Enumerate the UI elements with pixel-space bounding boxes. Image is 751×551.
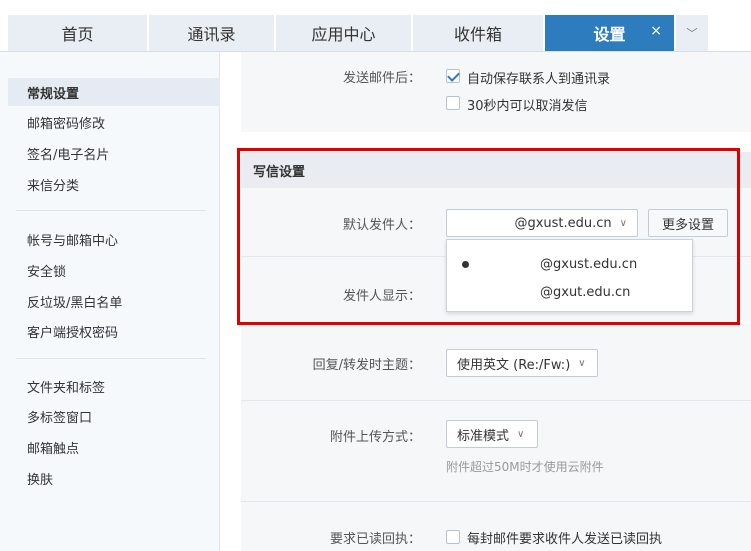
tab-inbox-label: 收件箱 (453, 25, 502, 44)
sidebar-item-label: 来信分类 (27, 178, 80, 194)
default-sender-label: 默认发件人： (342, 218, 421, 233)
chevron-down-icon: ∨ (517, 428, 525, 440)
sidebar-item-label: 邮箱密码修改 (27, 116, 106, 132)
sidebar-item-general[interactable]: 常规设置 (8, 78, 220, 106)
selected-dot-icon (462, 260, 469, 268)
after-send-section (241, 52, 751, 132)
sidebar-item-label: 常规设置 (27, 86, 80, 102)
sender-option-label: @gxut.edu.cn (540, 284, 631, 300)
tab-settings-label: 设置 (593, 25, 626, 44)
sidebar-item-signature[interactable]: 签名/电子名片 (0, 139, 220, 167)
sidebar-item-label: 多标签窗口 (27, 410, 93, 426)
more-settings-button[interactable]: 更多设置 (648, 209, 728, 237)
tab-app-center-label: 应用中心 (311, 25, 376, 44)
sender-dropdown-menu: @gxust.edu.cn @gxut.edu.cn (446, 239, 693, 312)
undo-send-label: 30秒内可以取消发信 (467, 99, 588, 114)
sidebar-item-security-lock[interactable]: 安全锁 (0, 256, 220, 284)
chevron-down-icon[interactable]: ﹀ (676, 15, 708, 51)
sidebar-item-client-auth[interactable]: 客户端授权密码 (0, 317, 220, 345)
sidebar-item-mail-filter[interactable]: 来信分类 (0, 170, 220, 198)
read-receipt-option-label: 每封邮件要求收件人发送已读回执 (467, 532, 663, 547)
sidebar-item-label: 邮箱触点 (27, 441, 80, 457)
after-send-label: 发送邮件后： (342, 71, 421, 86)
sidebar-item-mail-touchpoint[interactable]: 邮箱触点 (0, 433, 220, 461)
read-receipt-checkbox[interactable] (446, 530, 460, 544)
sidebar-item-label: 安全锁 (27, 264, 67, 280)
tab-app-center[interactable]: 应用中心 (276, 15, 412, 51)
sidebar-item-label: 反垃圾/黑白名单 (27, 295, 123, 311)
chevron-down-icon: ∨ (578, 357, 586, 369)
sender-display-label: 发件人显示： (342, 289, 421, 304)
tab-contacts-label: 通讯录 (187, 25, 236, 44)
auto-save-contacts-label: 自动保存联系人到通讯录 (467, 72, 611, 87)
sender-option[interactable]: @gxust.edu.cn (447, 251, 692, 277)
default-sender-select[interactable]: @gxust.edu.cn ∨ (446, 209, 638, 237)
section-title: 写信设置 (253, 164, 306, 180)
tab-home[interactable]: 首页 (8, 15, 148, 51)
attachment-label: 附件上传方式： (329, 430, 421, 445)
sidebar-item-password[interactable]: 邮箱密码修改 (0, 108, 220, 136)
read-receipt-label: 要求已读回执： (329, 532, 421, 547)
attachment-hint: 附件超过50M时才使用云附件 (446, 460, 604, 474)
chevron-down-icon: ∨ (619, 217, 627, 229)
sidebar-item-account-center[interactable]: 帐号与邮箱中心 (0, 225, 220, 253)
tab-home-label: 首页 (61, 25, 94, 44)
tab-contacts[interactable]: 通讯录 (149, 15, 275, 51)
attachment-row (241, 401, 751, 501)
default-sender-value: @gxust.edu.cn (514, 215, 612, 231)
reply-subject-value: 使用英文 (Re:/Fw:) (457, 357, 571, 373)
attachment-mode-value: 标准模式 (457, 428, 510, 444)
reply-subject-label: 回复/转发时主题： (312, 358, 421, 373)
sidebar-divider (16, 210, 206, 211)
sidebar-item-folders[interactable]: 文件夹和标签 (0, 372, 220, 400)
sidebar-divider (16, 358, 206, 359)
tab-settings[interactable]: 设置 × (545, 15, 675, 51)
settings-sidebar: 常规设置 邮箱密码修改 签名/电子名片 来信分类 帐号与邮箱中心 安全锁 反垃圾… (0, 52, 220, 551)
sender-option[interactable]: @gxut.edu.cn (447, 279, 692, 305)
sidebar-item-label: 文件夹和标签 (27, 380, 106, 396)
sidebar-item-label: 签名/电子名片 (27, 147, 110, 163)
sidebar-item-label: 换肤 (27, 472, 54, 488)
sidebar-item-skin[interactable]: 换肤 (0, 464, 220, 492)
sidebar-item-label: 帐号与邮箱中心 (27, 233, 119, 249)
auto-save-contacts-checkbox[interactable] (446, 69, 460, 83)
close-icon[interactable]: × (650, 23, 662, 39)
sidebar-item-antispam[interactable]: 反垃圾/黑白名单 (0, 287, 220, 315)
sidebar-item-multi-tab[interactable]: 多标签窗口 (0, 402, 220, 430)
sidebar-item-label: 客户端授权密码 (27, 325, 119, 341)
sender-option-label: @gxust.edu.cn (540, 256, 638, 272)
tab-inbox[interactable]: 收件箱 (413, 15, 544, 51)
compose-settings-header: 写信设置 (241, 152, 751, 188)
attachment-mode-select[interactable]: 标准模式 ∨ (446, 420, 538, 448)
top-tab-bar: 首页 通讯录 应用中心 收件箱 设置 × ﹀ (0, 0, 751, 52)
reply-subject-select[interactable]: 使用英文 (Re:/Fw:) ∨ (446, 349, 598, 377)
undo-send-checkbox[interactable] (446, 96, 460, 110)
more-settings-label: 更多设置 (661, 217, 714, 233)
